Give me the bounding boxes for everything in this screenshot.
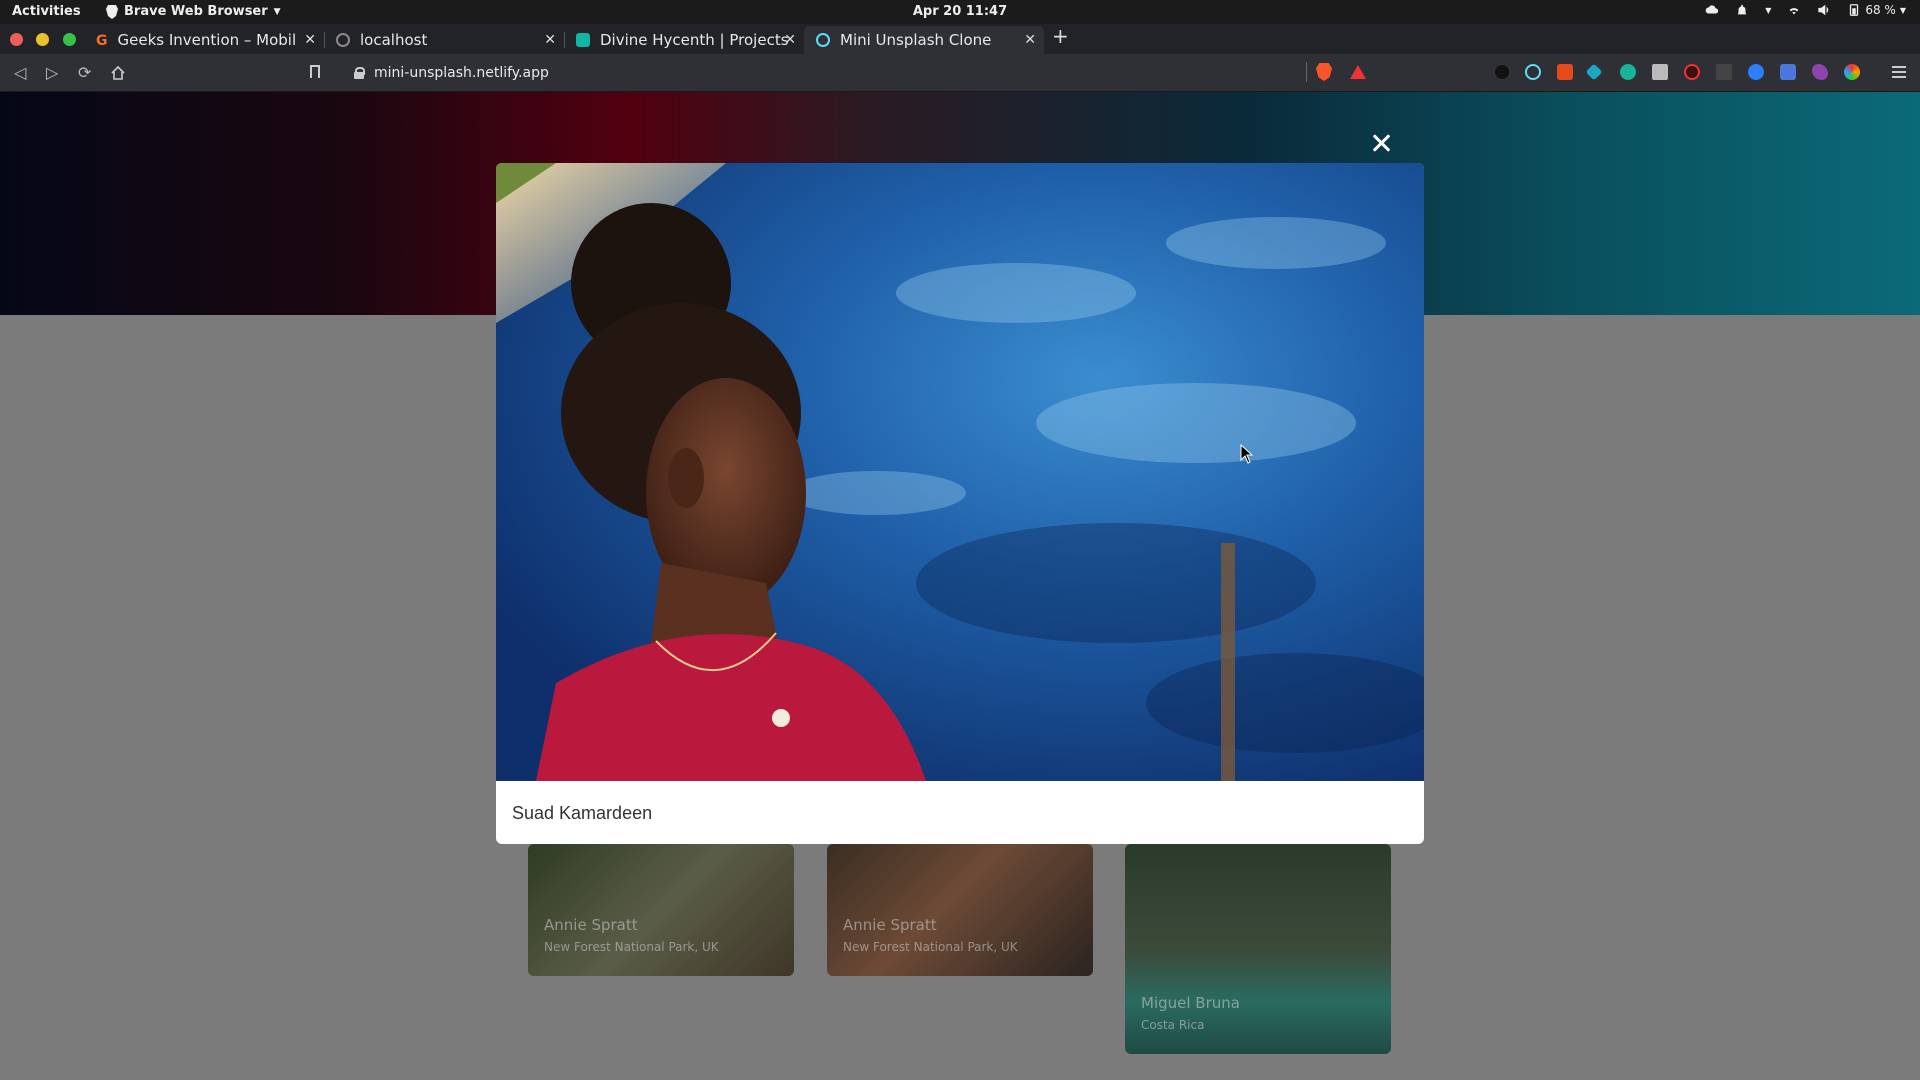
close-icon[interactable]: ✕	[544, 32, 556, 48]
maximize-window-button[interactable]	[63, 33, 76, 46]
extension-icon[interactable]	[1494, 64, 1510, 80]
portrait-photo	[496, 163, 1424, 781]
tab-label: Mini Unsplash Clone	[840, 31, 992, 49]
battery-icon	[1850, 4, 1859, 16]
extension-icon[interactable]	[1748, 64, 1764, 80]
photo-modal: Suad Kamardeen	[496, 163, 1424, 844]
wifi-icon	[1789, 8, 1799, 15]
cloud-icon	[1705, 5, 1719, 14]
back-icon[interactable]: ◁	[14, 63, 26, 82]
system-tray[interactable]: ▼ 68 % ▼	[1705, 3, 1906, 17]
react-devtools-icon[interactable]	[1525, 64, 1541, 80]
reload-icon[interactable]: ⟳	[78, 63, 91, 82]
volume-icon	[1818, 4, 1829, 16]
activities-button[interactable]: Activities	[12, 4, 81, 19]
mouse-cursor-icon	[1240, 444, 1254, 464]
globe-icon	[336, 33, 350, 47]
extension-icon[interactable]	[1716, 64, 1732, 80]
notification-icon	[1737, 4, 1747, 15]
translate-icon[interactable]	[1780, 64, 1796, 80]
chevron-down-icon: ▼	[1899, 5, 1906, 15]
battery-indicator: 68 % ▼	[1847, 3, 1906, 17]
google-favicon-icon: G	[96, 33, 108, 49]
toolbar-separator	[1306, 62, 1307, 82]
react-favicon-icon	[816, 33, 830, 47]
close-icon[interactable]	[1370, 132, 1392, 154]
system-top-bar: Activities Brave Web Browser ▼ Apr 20 11…	[0, 0, 1920, 24]
photo-image	[496, 163, 1424, 781]
extension-icon[interactable]	[1812, 64, 1828, 80]
lock-icon	[354, 67, 365, 79]
address-bar[interactable]: mini-unsplash.netlify.app	[340, 59, 1380, 87]
extension-icon[interactable]	[1620, 64, 1636, 80]
brave-rewards-icon[interactable]	[1350, 65, 1366, 79]
close-icon[interactable]: ✕	[304, 32, 316, 48]
home-icon[interactable]	[110, 65, 126, 81]
app-menu[interactable]: Brave Web Browser ▼	[106, 4, 281, 19]
close-icon[interactable]: ✕	[1024, 32, 1036, 48]
dh-favicon-icon	[576, 33, 590, 47]
app-menu-label: Brave Web Browser	[124, 4, 268, 19]
tab-label: Divine Hycenth | Projects	[600, 31, 789, 49]
tab-label: Geeks Invention – Mobile A	[117, 31, 296, 49]
chevron-down-icon: ▼	[273, 6, 281, 17]
clock[interactable]: Apr 20 11:47	[913, 4, 1007, 19]
menu-icon[interactable]	[1892, 66, 1906, 78]
url-text[interactable]: mini-unsplash.netlify.app	[374, 65, 549, 81]
new-tab-button[interactable]: +	[1052, 24, 1069, 48]
photo-caption: Suad Kamardeen	[512, 803, 653, 823]
tab-geeks-invention[interactable]: G Geeks Invention – Mobile A ✕	[84, 26, 324, 54]
extension-icon[interactable]	[1652, 64, 1668, 80]
tab-localhost[interactable]: localhost ✕	[324, 26, 564, 54]
tab-strip: G Geeks Invention – Mobile A ✕ localhost…	[0, 24, 1920, 54]
battery-percent: 68 %	[1865, 3, 1896, 17]
tab-mini-unsplash[interactable]: Mini Unsplash Clone ✕	[804, 26, 1044, 54]
chevron-down-icon: ▼	[1765, 5, 1772, 15]
minimize-window-button[interactable]	[36, 33, 49, 46]
forward-icon[interactable]: ▷	[46, 63, 58, 82]
page-content: Annie Spratt New Forest National Park, U…	[0, 92, 1920, 1080]
tab-divine-hycenth[interactable]: Divine Hycenth | Projects ✕	[564, 26, 804, 54]
brave-app-icon	[106, 4, 118, 19]
close-window-button[interactable]	[10, 33, 23, 46]
extension-icon[interactable]	[1844, 64, 1860, 80]
extension-icon[interactable]	[1557, 64, 1573, 80]
tab-label: localhost	[360, 31, 428, 49]
extension-icon[interactable]	[1684, 64, 1700, 80]
bookmark-icon[interactable]	[310, 65, 320, 78]
close-icon[interactable]: ✕	[784, 32, 796, 48]
